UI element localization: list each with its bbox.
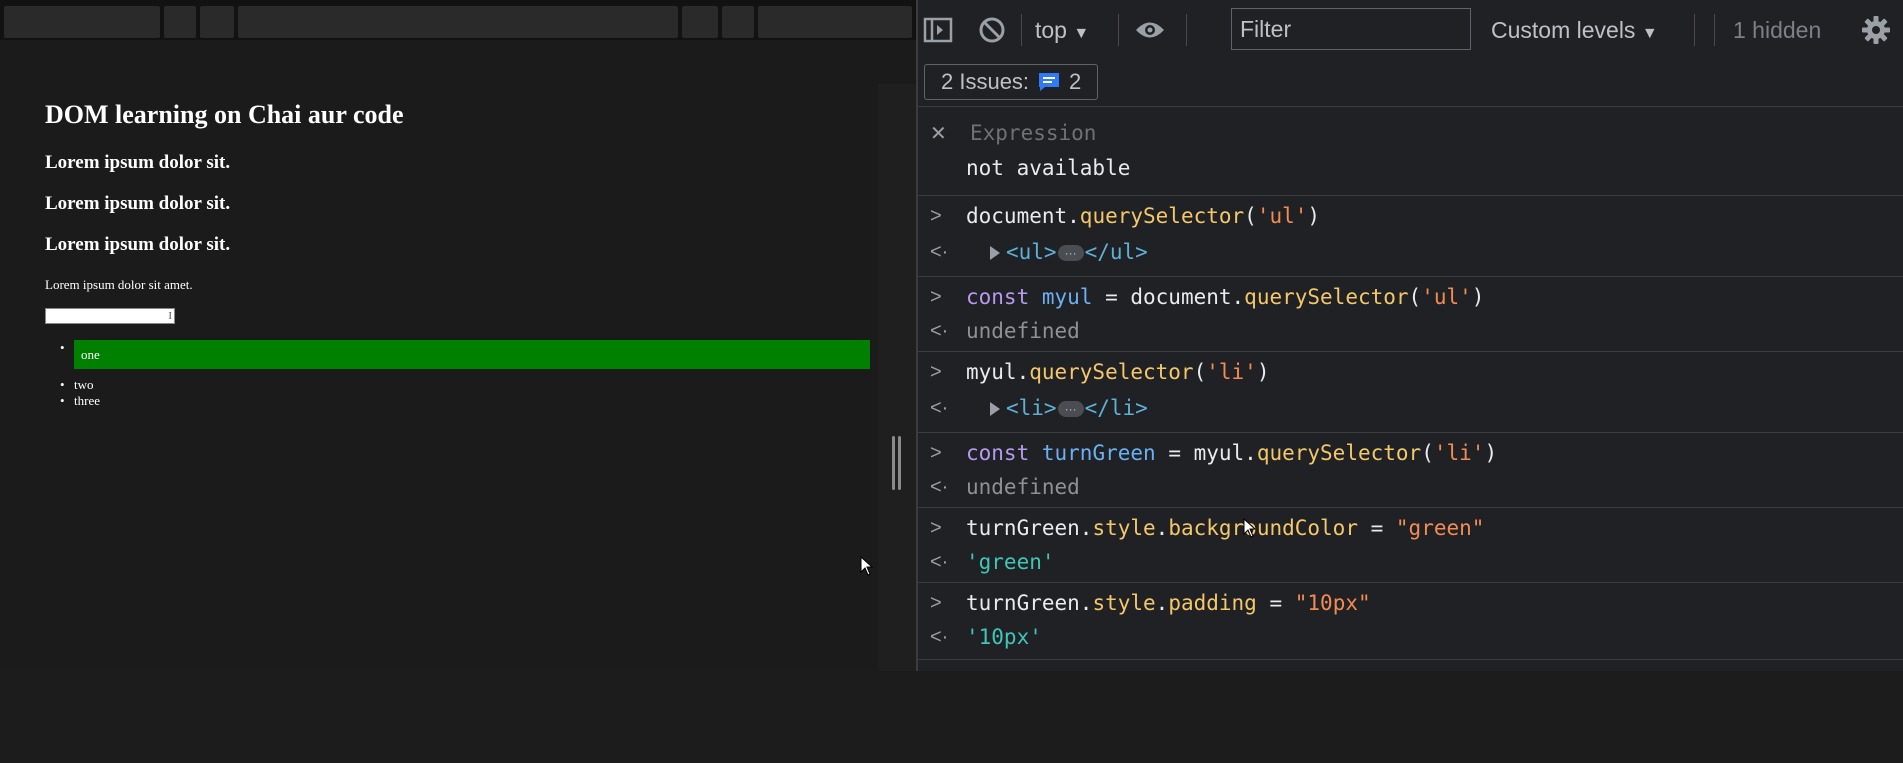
console-input: const turnGreen = myul.querySelector('li…	[966, 441, 1498, 465]
page-subheading: Lorem ipsum dolor sit.	[45, 234, 231, 255]
toolbar-segment[interactable]	[4, 6, 160, 38]
console-log: > document.querySelector('ul') <· <ul> ··…	[918, 196, 1903, 660]
pane-splitter[interactable]	[878, 84, 916, 671]
console-input: myul.querySelector('li')	[966, 360, 1270, 384]
expression-label[interactable]: Expression	[970, 121, 1096, 145]
input-prompt-icon: >	[930, 286, 942, 308]
close-icon[interactable]: ✕	[930, 121, 947, 146]
console-toolbar: top ▼ Filter Custom levels ▼ 1 hidden	[918, 0, 1903, 60]
output-return-icon: <·	[930, 320, 949, 342]
page-list: one two three	[60, 340, 872, 409]
console-input: turnGreen.style.backgroundColor = "green…	[966, 516, 1485, 540]
issues-button[interactable]: 2 Issues: 2	[924, 64, 1099, 100]
page-subheading: Lorem ipsum dolor sit.	[45, 193, 231, 214]
hidden-count: 1 hidden	[1733, 17, 1822, 43]
message-icon	[1039, 73, 1060, 91]
expression-value: not available	[966, 156, 1131, 180]
console-entry: > const turnGreen = myul.querySelector('…	[918, 433, 1903, 508]
live-expression: ✕ Expression not available	[918, 107, 1903, 196]
console-output: undefined	[966, 319, 1080, 343]
issues-bar: 2 Issues: 2	[918, 60, 1903, 107]
eye-icon[interactable]	[1134, 14, 1166, 46]
output-return-icon: <·	[930, 476, 949, 498]
console-entry: > turnGreen.style.padding = "10px" <· '1…	[918, 583, 1903, 660]
log-levels-dropdown[interactable]: Custom levels ▼	[1491, 16, 1658, 48]
page-preview: DOM learning on Chai aur code Lorem ipsu…	[0, 0, 916, 671]
context-label: top	[1035, 17, 1067, 43]
settings-gear-icon[interactable]	[1860, 14, 1892, 46]
mouse-pointer-icon	[860, 556, 874, 576]
console-output-node[interactable]: <ul> ··· </ul>	[990, 234, 1148, 270]
output-return-icon: <·	[930, 241, 949, 263]
page-heading: DOM learning on Chai aur code	[45, 100, 404, 129]
output-return-icon: <·	[930, 626, 949, 648]
context-selector[interactable]: top ▼	[1035, 16, 1089, 48]
toolbar-segment[interactable]	[164, 6, 196, 38]
sidebar-toggle-icon[interactable]	[922, 14, 954, 46]
console-input: const myul = document.querySelector('ul'…	[966, 285, 1485, 309]
output-return-icon: <·	[930, 551, 949, 573]
toolbar-separator	[1186, 14, 1187, 46]
console-entry: > myul.querySelector('li') <· <li> ··· </l…	[918, 352, 1903, 433]
input-prompt-icon: >	[930, 592, 942, 614]
toolbar-segment[interactable]	[238, 6, 678, 38]
mouse-pointer-icon	[1243, 518, 1257, 538]
toolbar-segment[interactable]	[758, 6, 912, 38]
toolbar-separator	[1021, 14, 1022, 46]
page-paragraph: Lorem ipsum dolor sit amet.	[45, 277, 193, 292]
console-input: document.querySelector('ul')	[966, 204, 1321, 228]
list-item: two	[60, 377, 872, 393]
page-content: DOM learning on Chai aur code Lorem ipsu…	[0, 84, 878, 671]
toolbar-segment[interactable]	[682, 6, 718, 38]
issues-label: 2 Issues:	[941, 69, 1030, 94]
filter-placeholder: Filter	[1240, 16, 1292, 42]
input-prompt-icon: >	[930, 205, 942, 227]
output-return-icon: <·	[930, 397, 949, 419]
toolbar-separator	[1714, 14, 1715, 46]
drag-handle-icon[interactable]	[892, 436, 902, 490]
console-output: '10px'	[966, 625, 1042, 649]
list-item: one	[60, 340, 872, 377]
console-output: undefined	[966, 475, 1080, 499]
input-prompt-icon: >	[930, 361, 942, 383]
console-entry: > document.querySelector('ul') <· <ul> ··…	[918, 196, 1903, 277]
toolbar-segment[interactable]	[722, 6, 754, 38]
console-input: turnGreen.style.padding = "10px"	[966, 591, 1371, 615]
list-item-highlighted: one	[74, 340, 870, 369]
devtools-console-panel: top ▼ Filter Custom levels ▼ 1 hidden 2 …	[918, 0, 1903, 671]
chevron-down-icon: ▼	[1073, 25, 1090, 42]
page-subheading: Lorem ipsum dolor sit.	[45, 152, 231, 173]
input-prompt-icon: >	[930, 442, 942, 464]
log-levels-label: Custom levels	[1491, 17, 1636, 43]
console-entry: > const myul = document.querySelector('u…	[918, 277, 1903, 352]
list-item: three	[60, 393, 872, 409]
clear-console-icon[interactable]	[976, 14, 1008, 46]
toolbar-segment[interactable]	[200, 6, 234, 38]
console-output: 'green'	[966, 550, 1055, 574]
text-cursor-icon: I	[168, 310, 172, 322]
page-text-input[interactable]: I	[45, 308, 175, 324]
console-entry: > turnGreen.style.backgroundColor = "gre…	[918, 508, 1903, 583]
toolbar-separator	[1694, 14, 1695, 46]
input-prompt-icon: >	[930, 517, 942, 539]
toolbar-separator	[1118, 14, 1119, 46]
browser-toolbar	[0, 0, 916, 40]
console-filter-input[interactable]: Filter	[1231, 8, 1471, 50]
chevron-down-icon: ▼	[1641, 25, 1658, 42]
issues-count: 2	[1069, 69, 1082, 94]
console-output-node[interactable]: <li> ··· </li>	[990, 390, 1148, 426]
